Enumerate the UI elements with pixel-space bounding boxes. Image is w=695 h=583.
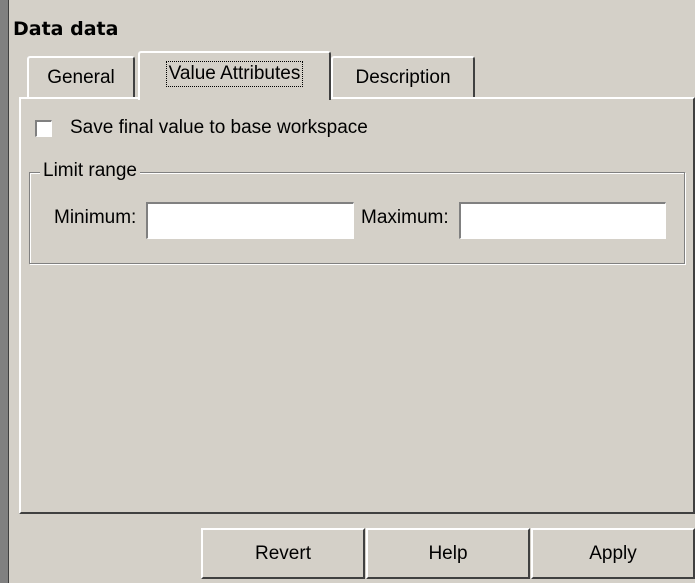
tab-description-label: Description [355,67,451,88]
tab-value-attributes-label: Value Attributes [165,60,304,87]
tab-value-attributes[interactable]: Value Attributes [138,51,331,100]
save-final-value-label: Save final value to base workspace [70,117,368,138]
dialog-panel: Data data General Value Attributes Descr… [9,0,695,583]
revert-button[interactable]: Revert [201,528,365,579]
maximum-input[interactable] [459,202,666,239]
help-button[interactable]: Help [366,528,530,579]
help-button-label: Help [428,542,468,564]
tab-description[interactable]: Description [331,56,475,98]
tab-general-label: General [47,67,115,88]
revert-button-label: Revert [255,542,311,564]
maximum-label: Maximum: [361,207,449,228]
tab-general[interactable]: General [27,56,135,98]
minimum-label: Minimum: [54,207,137,228]
save-final-value-option[interactable]: Save final value to base workspace [35,117,368,139]
apply-button[interactable]: Apply [531,528,695,579]
minimum-input[interactable] [146,202,354,239]
window-left-border [0,0,9,583]
tab-content: Save final value to base workspace Limit… [19,97,695,514]
save-final-value-checkbox[interactable] [35,119,52,137]
dialog-title: Data data [13,18,119,40]
limit-range-group: Limit range Minimum: Maximum: [29,160,685,264]
apply-button-label: Apply [589,542,637,564]
limit-range-legend: Limit range [40,160,140,182]
